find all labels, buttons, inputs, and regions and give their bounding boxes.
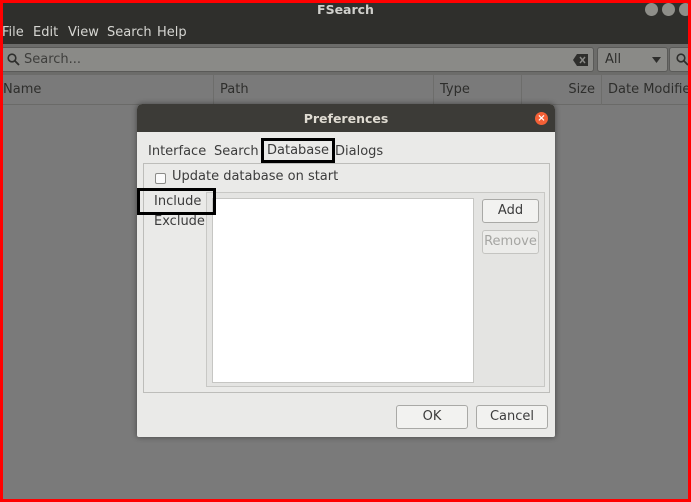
tab-database[interactable]: Database (261, 138, 336, 163)
app-window: FSearch File Edit View Search Help Searc… (3, 3, 688, 499)
filter-select[interactable]: All (597, 47, 668, 72)
minimize-button[interactable] (645, 3, 658, 16)
side-tab-exclude[interactable]: Exclude (154, 214, 205, 229)
search-icon (676, 53, 688, 66)
include-list[interactable] (212, 198, 474, 383)
menu-view[interactable]: View (68, 24, 99, 42)
menu-bar: File Edit View Search Help (3, 22, 688, 44)
menu-search[interactable]: Search (107, 24, 152, 42)
menu-edit[interactable]: Edit (33, 24, 58, 42)
add-button[interactable]: Add (482, 199, 539, 223)
column-size[interactable]: Size (521, 75, 601, 105)
clear-icon[interactable] (573, 54, 589, 66)
menu-help[interactable]: Help (157, 24, 187, 42)
cancel-button[interactable]: Cancel (476, 405, 548, 429)
ok-button[interactable]: OK (396, 405, 468, 429)
tab-dialogs[interactable]: Dialogs (335, 142, 383, 162)
column-header: Name Path Type Size Date Modified (3, 75, 688, 105)
side-tab-include[interactable]: Include (137, 188, 216, 215)
filter-value: All (605, 52, 622, 67)
search-icon (7, 53, 20, 66)
search-placeholder: Search... (24, 52, 82, 67)
menu-file[interactable]: File (3, 24, 24, 42)
dialog-title: Preferences (303, 111, 389, 126)
update-on-start-checkbox[interactable] (155, 173, 166, 184)
column-path[interactable]: Path (213, 75, 433, 105)
maximize-button[interactable] (662, 3, 675, 16)
tab-search[interactable]: Search (214, 142, 259, 162)
update-on-start-label[interactable]: Update database on start (172, 169, 338, 184)
dialog-titlebar: Preferences × (137, 104, 555, 132)
search-button[interactable] (669, 47, 688, 72)
search-toolbar: Search... All (3, 44, 688, 75)
remove-button[interactable]: Remove (482, 230, 539, 254)
window-titlebar: FSearch (3, 3, 688, 22)
close-window-button[interactable] (679, 3, 688, 16)
window-title: FSearch (317, 3, 374, 17)
column-name[interactable]: Name (3, 75, 213, 105)
column-date-modified[interactable]: Date Modified (601, 75, 688, 105)
chevron-down-icon (652, 57, 661, 63)
preferences-dialog: Preferences × Interface Search Database … (137, 104, 555, 437)
tab-interface[interactable]: Interface (148, 142, 206, 162)
close-icon[interactable]: × (535, 112, 548, 125)
column-type[interactable]: Type (433, 75, 521, 105)
search-input[interactable]: Search... (3, 47, 594, 72)
side-tab-include-label: Include (154, 194, 202, 209)
